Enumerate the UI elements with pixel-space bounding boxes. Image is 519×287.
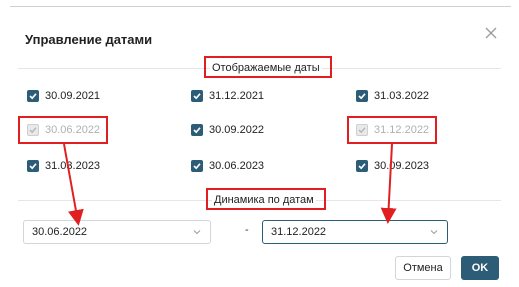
top-divider bbox=[10, 6, 511, 7]
checkbox-label: 31.12.2021 bbox=[209, 90, 265, 102]
checkbox-date-7[interactable]: 31.03.2023 bbox=[27, 160, 100, 172]
annotation-arrow-right bbox=[380, 143, 397, 224]
annotation-arrow-left bbox=[63, 143, 84, 226]
date-from-value: 30.06.2022 bbox=[32, 226, 88, 238]
checkbox-label: 30.09.2021 bbox=[45, 90, 101, 102]
cancel-button[interactable]: Отмена bbox=[395, 256, 451, 280]
chevron-down-icon bbox=[430, 230, 438, 235]
checkbox-label: 30.06.2022 bbox=[45, 124, 101, 136]
checkbox-disabled-icon bbox=[356, 124, 368, 136]
checkbox-date-2[interactable]: 31.12.2021 bbox=[191, 90, 264, 102]
checkbox-checked-icon bbox=[356, 90, 368, 102]
dialog-title: Управление датами bbox=[25, 32, 153, 47]
checkbox-date-1[interactable]: 30.09.2021 bbox=[27, 90, 100, 102]
checkbox-checked-icon bbox=[356, 160, 368, 172]
checkbox-checked-icon bbox=[191, 90, 203, 102]
checkbox-label: 31.03.2022 bbox=[374, 90, 430, 102]
date-to-value: 31.12.2022 bbox=[271, 226, 327, 238]
chevron-down-icon bbox=[193, 230, 201, 235]
ok-button[interactable]: OK bbox=[461, 256, 499, 280]
dynamics-label: Динамика по датам bbox=[212, 192, 316, 208]
checkbox-checked-icon bbox=[191, 160, 203, 172]
checkbox-label: 30.09.2022 bbox=[209, 124, 265, 136]
checkbox-date-9[interactable]: 30.09.2023 bbox=[356, 160, 429, 172]
checkbox-date-5[interactable]: 30.09.2022 bbox=[191, 124, 264, 136]
checkbox-checked-icon bbox=[191, 124, 203, 136]
checkbox-date-4[interactable]: 30.06.2022 bbox=[27, 124, 100, 136]
range-separator: - bbox=[245, 224, 249, 236]
checkbox-disabled-icon bbox=[27, 124, 39, 136]
checkbox-date-8[interactable]: 30.06.2023 bbox=[191, 160, 264, 172]
checkbox-checked-icon bbox=[27, 90, 39, 102]
checkbox-label: 30.06.2023 bbox=[209, 160, 265, 172]
date-to-select[interactable]: 31.12.2022 bbox=[262, 220, 448, 244]
checkbox-label: 31.03.2023 bbox=[45, 160, 101, 172]
checkbox-date-3[interactable]: 31.03.2022 bbox=[356, 90, 429, 102]
checkbox-label: 31.12.2022 bbox=[374, 124, 430, 136]
close-icon[interactable] bbox=[483, 25, 499, 41]
displayed-dates-label: Отображаемые даты bbox=[210, 60, 322, 76]
date-management-dialog: Управление датами Отображаемые даты 30.0… bbox=[0, 0, 519, 287]
checkbox-label: 30.09.2023 bbox=[374, 160, 430, 172]
date-from-select[interactable]: 30.06.2022 bbox=[23, 220, 211, 244]
checkbox-checked-icon bbox=[27, 160, 39, 172]
checkbox-date-6[interactable]: 31.12.2022 bbox=[356, 124, 429, 136]
